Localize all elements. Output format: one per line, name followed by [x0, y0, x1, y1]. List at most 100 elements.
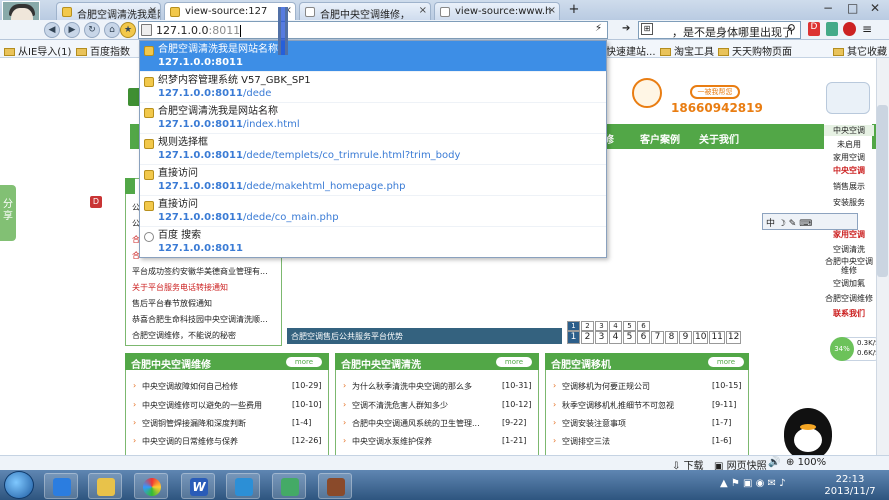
- sound-icon[interactable]: 🔊: [768, 457, 780, 468]
- scrollbar-thumb[interactable]: [877, 105, 888, 277]
- taskbar-ie-button[interactable]: [44, 473, 78, 499]
- news-link[interactable]: 恭喜合肥生命科技园中央空调清洗顺...: [132, 314, 272, 325]
- more-button[interactable]: more: [286, 357, 322, 367]
- new-tab-button[interactable]: +: [563, 2, 585, 19]
- page-button[interactable]: 6: [637, 321, 650, 331]
- address-bar-input[interactable]: 127.1.0.0:8011: [138, 21, 608, 39]
- page-button[interactable]: 4: [609, 321, 622, 331]
- page-button[interactable]: 5: [623, 331, 636, 344]
- zoom-button[interactable]: ⊕ 100%: [786, 457, 826, 468]
- close-icon[interactable]: ×: [548, 5, 556, 16]
- search-engine-icon[interactable]: ⊞: [641, 23, 653, 35]
- start-button[interactable]: [4, 471, 34, 499]
- suggestion-item[interactable]: 合肥空调清洗我是网站名称 127.1.0.0:8011/index.html: [140, 103, 606, 134]
- page-button[interactable]: 5: [623, 321, 636, 331]
- news-link[interactable]: 平台成功签约安徽华美德商业管理有...: [132, 266, 272, 277]
- page-button[interactable]: 1: [567, 321, 580, 331]
- widget-item[interactable]: 未启用: [824, 139, 874, 150]
- page-button[interactable]: 3: [595, 321, 608, 331]
- tab-home[interactable]: 合肥空调清洗我是网站名×: [56, 2, 161, 20]
- news-link[interactable]: 关于平台服务电话转接通知: [132, 282, 272, 293]
- page-button[interactable]: 9: [679, 331, 692, 344]
- nav-link-cases[interactable]: 客户案例: [640, 131, 680, 146]
- forward-icon[interactable]: ▶: [64, 22, 80, 38]
- bookmark-item[interactable]: 百度指数: [76, 43, 130, 58]
- widget-item[interactable]: 联系我们: [824, 308, 874, 319]
- news-link[interactable]: 售后平台春节放假通知: [132, 298, 272, 309]
- maximize-button[interactable]: □: [847, 1, 858, 15]
- extension-d-icon[interactable]: D: [808, 22, 820, 36]
- page-button[interactable]: 4: [609, 331, 622, 344]
- suggestion-item[interactable]: 直接访问 127.1.0.0:8011/dede/makehtml_homepag…: [140, 165, 606, 196]
- widget-item[interactable]: 销售展示: [824, 181, 874, 192]
- refresh-icon[interactable]: ↻: [84, 22, 100, 38]
- bookmark-item[interactable]: 其它收藏: [833, 43, 887, 58]
- widget-item[interactable]: 中央空调: [824, 165, 874, 176]
- more-button[interactable]: more: [496, 357, 532, 367]
- bookmark-label: 快速建站...: [606, 47, 656, 58]
- page-button[interactable]: 12: [725, 331, 742, 344]
- ime-toolbar[interactable]: 中 ☽ ✎ ⌨: [762, 213, 858, 230]
- nav-link-about[interactable]: 关于我们: [699, 131, 739, 146]
- page-button[interactable]: 2: [581, 331, 594, 344]
- minimize-button[interactable]: −: [823, 1, 833, 15]
- taskbar-media-button[interactable]: [318, 473, 352, 499]
- page-button[interactable]: 2: [581, 321, 594, 331]
- bookmark-item[interactable]: 天天购物页面: [718, 43, 792, 58]
- service-widget-header[interactable]: [826, 82, 870, 114]
- go-arrow-icon[interactable]: ➔: [622, 23, 630, 34]
- widget-item[interactable]: 空调加氟: [824, 278, 874, 289]
- widget-item[interactable]: 维修: [824, 265, 874, 276]
- suggestion-item[interactable]: 合肥空调清洗我是网站名称 127.1.0.0:8011: [140, 41, 606, 72]
- bookmark-item[interactable]: 淘宝工具: [660, 43, 714, 58]
- taskbar-word-button[interactable]: W: [181, 473, 215, 499]
- tab-view-source-www[interactable]: view-source:www.h ×: [434, 2, 560, 20]
- back-icon[interactable]: ◀: [44, 22, 60, 38]
- window-close-button[interactable]: ✕: [870, 1, 880, 15]
- widget-item[interactable]: 合肥空调维修: [824, 293, 874, 304]
- bookmark-item[interactable]: 从IE导入(1): [4, 43, 71, 58]
- lightning-icon[interactable]: ⚡: [595, 23, 602, 34]
- suggestion-item[interactable]: 织梦内容管理系统 V57_GBK_SP1 127.1.0.0:8011/dede: [140, 72, 606, 103]
- close-icon[interactable]: ×: [419, 5, 427, 16]
- page-button[interactable]: 8: [665, 331, 678, 344]
- taskbar-editor-button[interactable]: [226, 473, 260, 499]
- security-extension-icon[interactable]: [843, 22, 856, 36]
- favorites-star-icon[interactable]: ★: [120, 22, 136, 38]
- suggestion-item[interactable]: 直接访问 127.1.0.0:8011/dede/co_main.php: [140, 196, 606, 227]
- extension-icon[interactable]: [826, 22, 838, 36]
- menu-icon[interactable]: ≡: [862, 22, 872, 36]
- tab-view-source[interactable]: view-source:127×: [164, 2, 296, 20]
- taskbar-app-button[interactable]: [272, 473, 306, 499]
- search-input[interactable]: ，是不是身体哪里出现了: [638, 21, 801, 39]
- clock[interactable]: 22:13 2013/11/7: [820, 474, 880, 498]
- page-button[interactable]: 3: [595, 331, 608, 344]
- search-icon[interactable]: ⚲: [787, 22, 796, 36]
- page-button[interactable]: 6: [637, 331, 650, 344]
- home-icon[interactable]: ⌂: [104, 22, 120, 38]
- page-button[interactable]: 11: [709, 331, 725, 344]
- more-button[interactable]: more: [708, 357, 744, 367]
- widget-item[interactable]: 安装服务: [824, 197, 874, 208]
- widget-item[interactable]: 家用空调: [824, 229, 874, 240]
- news-link[interactable]: 合肥空调维修，不能说的秘密: [132, 330, 272, 341]
- share-button[interactable]: 分享: [0, 185, 16, 241]
- d-badge-icon[interactable]: D: [90, 196, 102, 208]
- page-button[interactable]: 1: [567, 331, 580, 344]
- page-button[interactable]: 10: [693, 331, 709, 344]
- suggestion-item[interactable]: 规则选择框 127.1.0.0:8011/dede/templets/co_tri…: [140, 134, 606, 165]
- site-favicon-icon: [170, 7, 180, 17]
- widget-item[interactable]: 中央空调: [824, 125, 874, 136]
- qq-penguin-icon[interactable]: [784, 408, 832, 460]
- suggestion-item[interactable]: 百度 搜索 127.1.0.0:8011: [140, 227, 606, 258]
- taskbar-explorer-button[interactable]: [88, 473, 122, 499]
- widget-item[interactable]: 空调清洗: [824, 244, 874, 255]
- close-icon[interactable]: ×: [149, 5, 157, 16]
- page-button[interactable]: 7: [651, 331, 664, 344]
- taskbar-browser-button[interactable]: [134, 473, 168, 499]
- tab-hvac-repair[interactable]: 合肥中央空调维修， ×: [299, 2, 431, 20]
- widget-item[interactable]: 家用空调: [824, 152, 874, 163]
- system-tray[interactable]: ▲ ⚑ ▣ ◉ ✉ ♪: [720, 478, 785, 489]
- doc-icon: [305, 7, 315, 17]
- bookmark-item[interactable]: 快速建站...: [606, 43, 656, 58]
